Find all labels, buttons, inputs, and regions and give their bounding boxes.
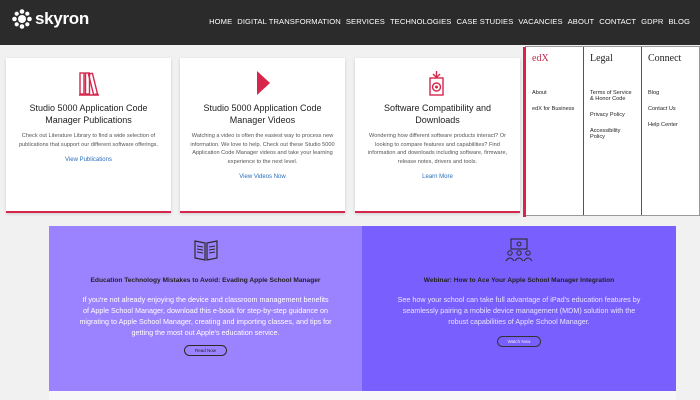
card-publications: Studio 5000 Application Code Manager Pub… — [6, 58, 171, 213]
card-description: Check out Literature Library to find a w… — [18, 133, 159, 148]
nav-vacancies[interactable]: VACANCIES — [518, 17, 562, 26]
dropdown-column-connect: Connect Blog Contact Us Help Center — [641, 47, 699, 215]
dropdown-link-edx-business[interactable]: edX for Business — [532, 106, 577, 112]
panel-title: Webinar: How to Ace Your Apple School Ma… — [423, 277, 615, 284]
nav-about[interactable]: ABOUT — [568, 17, 595, 26]
nav-case-studies[interactable]: CASE STUDIES — [456, 17, 513, 26]
dropdown-column-legal: Legal Terms of Service & Honor Code Priv… — [583, 47, 641, 215]
main-nav: HOME DIGITAL TRANSFORMATION SERVICES TEC… — [209, 17, 690, 26]
nav-home[interactable]: HOME — [209, 17, 232, 26]
nav-digital-transformation[interactable]: DIGITAL TRANSFORMATION — [237, 17, 341, 26]
classroom-icon — [505, 238, 533, 262]
nav-blog[interactable]: BLOG — [668, 17, 690, 26]
compatibility-icon — [428, 71, 444, 96]
webinar-panel: Webinar: How to Ace Your Apple School Ma… — [362, 226, 676, 391]
ebook-panel: Education Technology Mistakes to Avoid: … — [49, 226, 362, 391]
nav-services[interactable]: SERVICES — [346, 17, 385, 26]
nav-contact[interactable]: CONTACT — [599, 17, 636, 26]
card-title: Studio 5000 Application Code Manager Vid… — [203, 103, 322, 125]
nav-technologies[interactable]: TECHNOLOGIES — [390, 17, 452, 26]
card-title: Software Compatibility and Downloads — [383, 103, 492, 125]
read-now-button[interactable]: Read Now — [183, 344, 227, 356]
play-icon — [256, 71, 270, 95]
watch-now-button[interactable]: Watch Now — [496, 335, 542, 347]
dropdown-link-help[interactable]: Help Center — [648, 122, 693, 128]
dropdown-link-privacy[interactable]: Privacy Policy — [590, 112, 635, 118]
learn-more-link[interactable]: Learn More — [355, 174, 520, 180]
column-heading: Connect — [648, 53, 682, 64]
panel-description: See how your school can take full advant… — [397, 294, 641, 326]
card-compatibility: Software Compatibility and Downloads Won… — [355, 58, 520, 213]
books-icon — [78, 72, 99, 96]
logo-mark-icon — [12, 9, 32, 29]
logo-text: skyron — [35, 9, 89, 28]
view-publications-link[interactable]: View Publications — [6, 157, 171, 163]
card-description: Watching a video is often the easiest wa… — [190, 133, 335, 165]
content-footer-strip — [49, 391, 676, 400]
card-description: Wondering how different software product… — [367, 133, 508, 165]
panel-description: If you're not already enjoying the devic… — [79, 294, 332, 337]
dropdown-link-terms[interactable]: Terms of Service & Honor Code — [590, 90, 635, 102]
column-heading: Legal — [590, 53, 613, 64]
view-videos-link[interactable]: View Videos Now — [180, 174, 345, 180]
card-videos: Studio 5000 Application Code Manager Vid… — [180, 58, 345, 213]
column-heading: edX — [532, 53, 549, 64]
dropdown-link-blog[interactable]: Blog — [648, 90, 693, 96]
dropdown-accent-bar — [523, 47, 526, 217]
dropdown-link-accessibility[interactable]: Accessibility Policy — [590, 128, 635, 140]
brand-logo[interactable]: skyron — [12, 9, 89, 29]
nav-gdpr[interactable]: GDPR — [641, 17, 663, 26]
dropdown-link-about[interactable]: About — [532, 90, 577, 96]
top-navigation-bar: skyron HOME DIGITAL TRANSFORMATION SERVI… — [0, 0, 700, 45]
card-title: Studio 5000 Application Code Manager Pub… — [29, 103, 148, 125]
dropdown-link-contact[interactable]: Contact Us — [648, 106, 693, 112]
book-open-icon — [193, 240, 218, 261]
dropdown-column-edx: edX About edX for Business — [526, 47, 583, 215]
panel-title: Education Technology Mistakes to Avoid: … — [90, 277, 321, 284]
footer-links-dropdown: edX About edX for Business Legal Terms o… — [523, 46, 700, 217]
